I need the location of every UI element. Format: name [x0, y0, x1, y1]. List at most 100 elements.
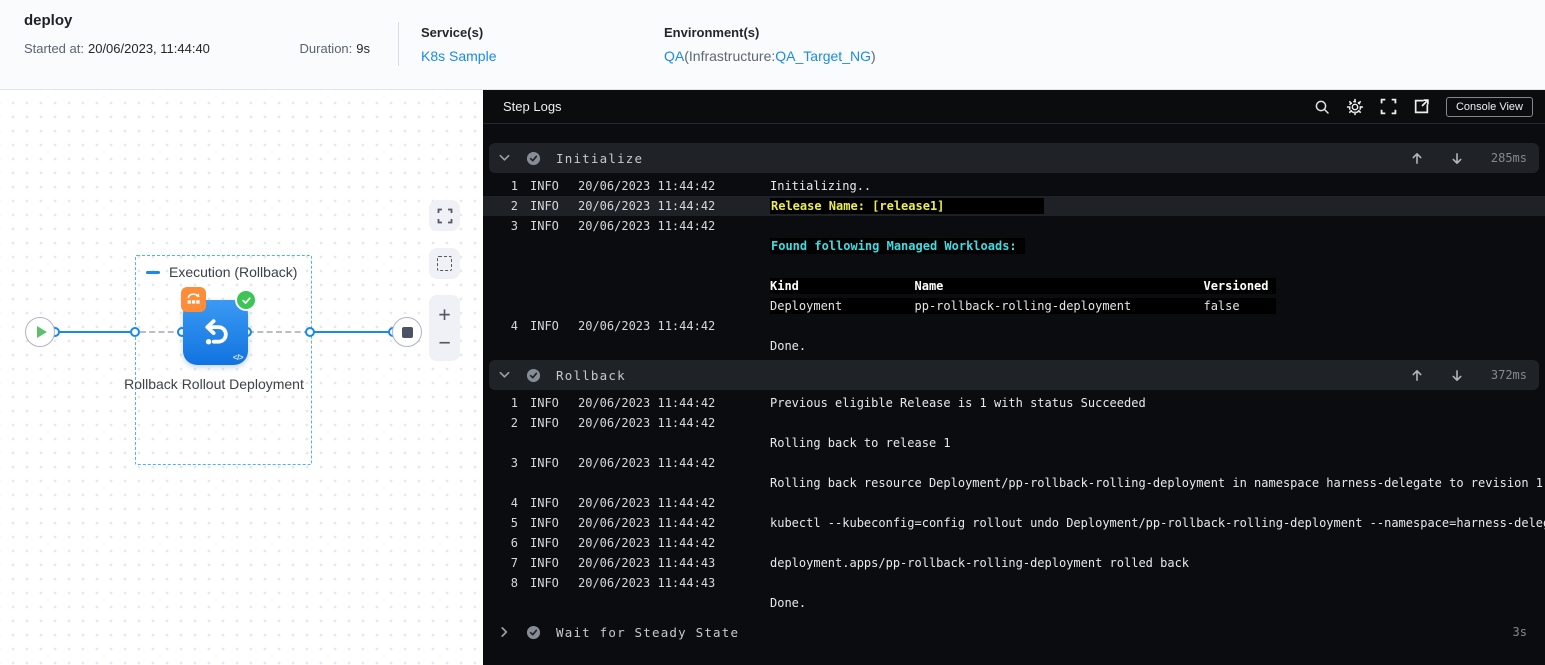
- log-timestamp: 20/06/2023 11:44:42: [578, 396, 716, 410]
- section-duration: 3s: [1512, 625, 1527, 639]
- end-node: [392, 317, 422, 347]
- search-icon[interactable]: [1314, 99, 1330, 115]
- log-message: [770, 216, 1545, 236]
- scroll-to-bottom-icon[interactable]: [1451, 152, 1463, 165]
- services-block: Service(s) K8s Sample: [399, 0, 642, 89]
- log-timestamp: [578, 336, 754, 356]
- log-level: INFO: [530, 179, 559, 193]
- section-rows: 1 INFO 20/06/2023 11:44:42 Initializing.. 2…: [483, 176, 1545, 356]
- infrastructure-link[interactable]: QA_Target_NG: [775, 48, 871, 64]
- service-link[interactable]: K8s Sample: [421, 48, 642, 64]
- log-message: Release Name: [release1]: [770, 196, 1545, 216]
- section-name: Rollback: [556, 367, 626, 383]
- log-level: INFO: [530, 396, 559, 410]
- log-row: 2 INFO 20/06/2023 11:44:42 Release Name: [r…: [483, 196, 1545, 216]
- log-line-number: 3: [510, 219, 518, 233]
- log-line-number: 2: [510, 199, 518, 213]
- log-section-header[interactable]: Wait for Steady State 3s: [489, 617, 1539, 647]
- log-level: INFO: [530, 516, 559, 530]
- log-message: Rolling back to release 1: [770, 436, 951, 450]
- execution-header: deploy Started at: 20/06/2023, 11:44:40 D…: [0, 0, 1545, 90]
- scroll-to-top-icon[interactable]: [1411, 369, 1423, 382]
- log-line-number: [497, 256, 518, 276]
- play-icon: [36, 326, 47, 338]
- services-label: Service(s): [421, 25, 484, 40]
- rollback-undo-icon: [204, 318, 228, 344]
- section-duration: 372ms: [1490, 368, 1527, 382]
- fullscreen-icon[interactable]: [1380, 98, 1397, 115]
- log-line-number: [497, 236, 518, 256]
- port-group-left: [130, 327, 140, 337]
- execution-group-label[interactable]: Execution (Rollback): [146, 264, 311, 280]
- log-line-number: [497, 336, 518, 356]
- log-level: INFO: [530, 416, 559, 430]
- start-node: [25, 317, 55, 347]
- open-in-new-icon[interactable]: [1413, 98, 1430, 115]
- check-circle-icon: [526, 625, 541, 640]
- log-level: [530, 276, 566, 296]
- canvas-fullscreen-button[interactable]: [429, 200, 460, 231]
- pipeline-canvas[interactable]: Execution (Rollback) </> Rollback Rollou…: [0, 90, 483, 665]
- log-level: INFO: [530, 219, 559, 233]
- zoom-out-button[interactable]: −: [438, 332, 450, 352]
- environment-link[interactable]: QA: [664, 48, 684, 64]
- execution-meta: Started at: 20/06/2023, 11:44:40 Duration…: [24, 41, 398, 56]
- scroll-to-top-icon[interactable]: [1411, 152, 1423, 165]
- log-timestamp: 20/06/2023 11:44:42: [578, 319, 716, 333]
- log-timestamp: 20/06/2023 11:44:42: [578, 456, 716, 470]
- log-timestamp: [578, 593, 754, 613]
- log-line-number: 7: [510, 556, 518, 570]
- log-level: INFO: [530, 556, 559, 570]
- edge-group-to-end: [310, 331, 392, 333]
- log-row: Kind Name Versioned: [483, 276, 1545, 296]
- chevron-icon: [499, 154, 511, 162]
- section-name: Initialize: [556, 150, 644, 166]
- console-view-button[interactable]: Console View: [1445, 96, 1533, 117]
- log-line-number: [497, 276, 518, 296]
- selection-box-icon: [437, 256, 452, 271]
- log-row: Rolling back resource Deployment/pp-roll…: [483, 473, 1545, 493]
- canvas-select-button[interactable]: [429, 248, 460, 279]
- log-level: [530, 593, 566, 613]
- section-name: Wait for Steady State: [556, 624, 740, 640]
- log-message: Done.: [770, 339, 807, 353]
- log-row: 3 INFO 20/06/2023 11:44:42: [483, 216, 1545, 236]
- log-message: Found following Managed Workloads:: [770, 236, 1545, 256]
- step-node-label: Rollback Rollout Deployment: [124, 376, 304, 392]
- log-row: [483, 256, 1545, 276]
- step-node-rollback-rollout[interactable]: </>: [181, 287, 257, 365]
- started-at: Started at: 20/06/2023, 11:44:40: [24, 41, 210, 56]
- check-circle-icon: [526, 368, 541, 383]
- log-row: 4 INFO 20/06/2023 11:44:42: [483, 316, 1545, 336]
- zoom-in-button[interactable]: +: [438, 304, 450, 324]
- scroll-to-bottom-icon[interactable]: [1451, 369, 1463, 382]
- log-section-header[interactable]: Initialize 285ms: [489, 143, 1539, 173]
- log-timestamp: 20/06/2023 11:44:42: [578, 536, 716, 550]
- log-section-header[interactable]: Rollback 372ms: [489, 360, 1539, 390]
- section-duration: 285ms: [1490, 151, 1527, 165]
- log-message: [770, 256, 1545, 276]
- log-section: Initialize 285ms 1 INFO 20/06/2023 11:44:4…: [483, 143, 1545, 356]
- log-message: [770, 316, 1545, 336]
- collapse-dash-icon: [146, 270, 160, 274]
- log-row: Found following Managed Workloads:: [483, 236, 1545, 256]
- log-line-number: [497, 593, 518, 613]
- log-message: Initializing..: [770, 179, 872, 193]
- environments-label: Environment(s): [664, 25, 760, 40]
- log-message: [770, 493, 1545, 513]
- log-level: [530, 256, 566, 276]
- log-level: [530, 433, 566, 453]
- log-level: [530, 296, 566, 316]
- log-message: [770, 453, 1545, 473]
- canvas-zoom-controls: + −: [429, 295, 460, 361]
- gear-icon[interactable]: [1346, 98, 1364, 116]
- log-timestamp: 20/06/2023 11:44:42: [578, 179, 716, 193]
- log-line-number: [497, 433, 518, 453]
- edge-start-to-group: [55, 331, 135, 333]
- log-row: 4 INFO 20/06/2023 11:44:42: [483, 493, 1545, 513]
- edge-step-to-group: [248, 331, 310, 333]
- log-line-number: 4: [510, 496, 518, 510]
- log-level: INFO: [530, 319, 559, 333]
- log-message: Done.: [770, 596, 807, 610]
- log-timestamp: [578, 296, 754, 316]
